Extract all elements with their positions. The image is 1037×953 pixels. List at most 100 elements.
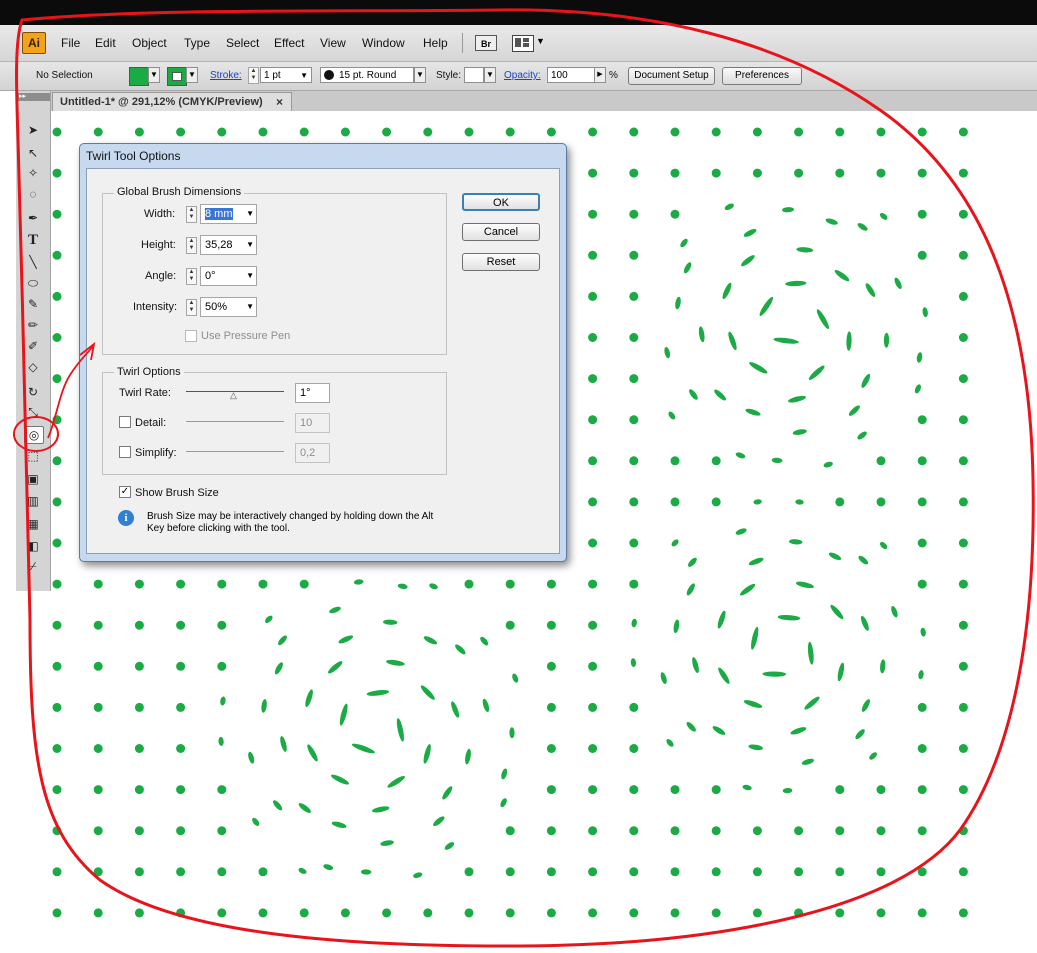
opacity-panel-link[interactable]: Opacity: — [504, 70, 541, 81]
artwork-dot — [879, 541, 888, 550]
blob-brush-tool-icon[interactable]: ✐ — [24, 338, 42, 354]
menu-type[interactable]: Type — [184, 36, 210, 50]
artwork-dot — [835, 497, 845, 507]
artwork-dot — [52, 744, 62, 753]
intensity-field[interactable]: 50% ▼ — [200, 297, 257, 317]
simplify-slider[interactable] — [186, 451, 284, 452]
stroke-dropdown-arrow[interactable]: ▼ — [186, 67, 198, 83]
brush-definition-dropdown[interactable]: 15 pt. Round — [320, 67, 414, 83]
paintbrush-tool-icon[interactable]: ✎ — [24, 296, 42, 312]
chevron-down-icon[interactable]: ▼ — [536, 36, 545, 46]
selection-tool-icon[interactable]: ➤ — [24, 122, 42, 138]
artwork-dot — [298, 803, 311, 813]
artwork-dot — [671, 539, 679, 547]
pen-tool-icon[interactable]: ✒ — [24, 210, 42, 226]
artwork-dot — [258, 579, 268, 589]
artwork-dot — [546, 661, 556, 671]
opacity-slider-arrow[interactable]: ▶ — [594, 67, 606, 83]
bridge-button[interactable]: Br — [475, 35, 497, 51]
twirl-rate-slider-handle[interactable]: △ — [230, 390, 237, 401]
scale-tool-icon[interactable]: ⤡ — [24, 404, 42, 420]
twirl-tool-icon[interactable]: ◎ — [24, 426, 44, 444]
use-pressure-pen-checkbox[interactable] — [185, 330, 197, 342]
width-field[interactable]: 8 mm ▼ — [200, 204, 257, 224]
type-tool-icon[interactable]: T — [24, 232, 42, 248]
direct-selection-tool-icon[interactable]: ↖ — [24, 145, 42, 161]
artwork-dot — [917, 744, 927, 753]
height-stepper[interactable]: ▲ ▼ — [186, 237, 197, 254]
artwork-dot — [698, 326, 705, 343]
symbol-sprayer-tool-icon[interactable]: ▣ — [24, 471, 42, 487]
artwork-dot — [753, 499, 762, 505]
menu-edit[interactable]: Edit — [95, 36, 116, 50]
gradient-tool-icon[interactable]: ◧ — [24, 538, 42, 554]
artwork-dot — [742, 784, 752, 791]
menu-effect[interactable]: Effect — [274, 36, 304, 50]
artwork-dot — [858, 555, 869, 565]
mesh-tool-icon[interactable]: ▦ — [24, 516, 42, 532]
document-tab[interactable]: Untitled-1* @ 291,12% (CMYK/Preview) × — [52, 92, 292, 111]
artwork-dot — [423, 127, 433, 137]
simplify-checkbox[interactable] — [119, 446, 131, 458]
fill-dropdown-arrow[interactable]: ▼ — [148, 67, 160, 83]
menu-help[interactable]: Help — [423, 36, 448, 50]
eyedropper-tool-icon[interactable]: ⌿ — [24, 558, 42, 574]
artwork-dot — [807, 641, 814, 665]
fill-color-swatch[interactable] — [129, 67, 149, 86]
line-tool-icon[interactable]: ╲ — [24, 254, 42, 270]
artwork-dot — [958, 744, 968, 753]
menu-select[interactable]: Select — [226, 36, 259, 50]
detail-checkbox[interactable] — [119, 416, 131, 428]
detail-slider[interactable] — [186, 421, 284, 422]
detail-field[interactable]: 10 — [295, 413, 330, 433]
artwork-dot — [711, 127, 721, 137]
column-graph-tool-icon[interactable]: ▥ — [24, 493, 42, 509]
reset-button[interactable]: Reset — [462, 253, 540, 271]
simplify-field[interactable]: 0,2 — [295, 443, 330, 463]
document-setup-button[interactable]: Document Setup — [628, 67, 715, 85]
style-dropdown-arrow[interactable]: ▼ — [484, 67, 496, 83]
artwork-dot — [917, 456, 927, 466]
lasso-tool-icon[interactable]: ◌ — [24, 186, 42, 202]
height-field[interactable]: 35,28 ▼ — [200, 235, 257, 255]
eraser-tool-icon[interactable]: ◇ — [24, 359, 42, 375]
artwork-dot — [958, 867, 968, 877]
angle-stepper[interactable]: ▲ ▼ — [186, 268, 197, 285]
ok-button[interactable]: OK — [462, 193, 540, 211]
menu-object[interactable]: Object — [132, 36, 167, 50]
stroke-panel-link[interactable]: Stroke: — [210, 70, 242, 81]
artwork-dot — [876, 456, 886, 466]
artwork-dot — [396, 718, 404, 742]
artwork-dot — [876, 908, 886, 918]
artwork-dot — [220, 696, 226, 706]
stroke-color-swatch[interactable] — [167, 67, 187, 86]
menu-window[interactable]: Window — [362, 36, 405, 50]
menu-view[interactable]: View — [320, 36, 346, 50]
cancel-button[interactable]: Cancel — [462, 223, 540, 241]
window-title-bar — [0, 0, 1037, 25]
pencil-tool-icon[interactable]: ✏ — [24, 317, 42, 333]
magic-wand-tool-icon[interactable]: ✧ — [24, 165, 42, 181]
free-transform-tool-icon[interactable]: ⬚ — [24, 448, 42, 464]
menu-file[interactable]: File — [61, 36, 80, 50]
width-stepper[interactable]: ▲ ▼ — [186, 206, 197, 223]
artwork-dot — [93, 127, 103, 137]
rotate-tool-icon[interactable]: ↻ — [24, 384, 42, 400]
tools-panel-header[interactable]: ▸▸ — [16, 93, 50, 101]
show-brush-size-checkbox[interactable]: ✓ — [119, 486, 131, 498]
graphic-style-swatch[interactable] — [464, 67, 484, 83]
close-icon[interactable]: × — [276, 93, 283, 112]
angle-field[interactable]: 0° ▼ — [200, 266, 257, 286]
arrange-documents-icon[interactable] — [512, 35, 534, 52]
preferences-button[interactable]: Preferences — [722, 67, 802, 85]
artwork-dot — [790, 727, 807, 735]
brush-dropdown-arrow[interactable]: ▼ — [414, 67, 426, 83]
opacity-field[interactable]: 100 — [547, 67, 595, 83]
stroke-weight-stepper[interactable]: ▲ ▼ — [248, 67, 259, 84]
artwork-dot — [501, 768, 508, 780]
intensity-stepper[interactable]: ▲ ▼ — [186, 299, 197, 316]
stroke-weight-field[interactable]: 1 pt ▼ — [260, 67, 312, 83]
twirl-rate-field[interactable]: 1° — [295, 383, 330, 403]
artwork-dot — [423, 744, 431, 764]
ellipse-tool-icon[interactable]: ⬭ — [24, 275, 42, 291]
